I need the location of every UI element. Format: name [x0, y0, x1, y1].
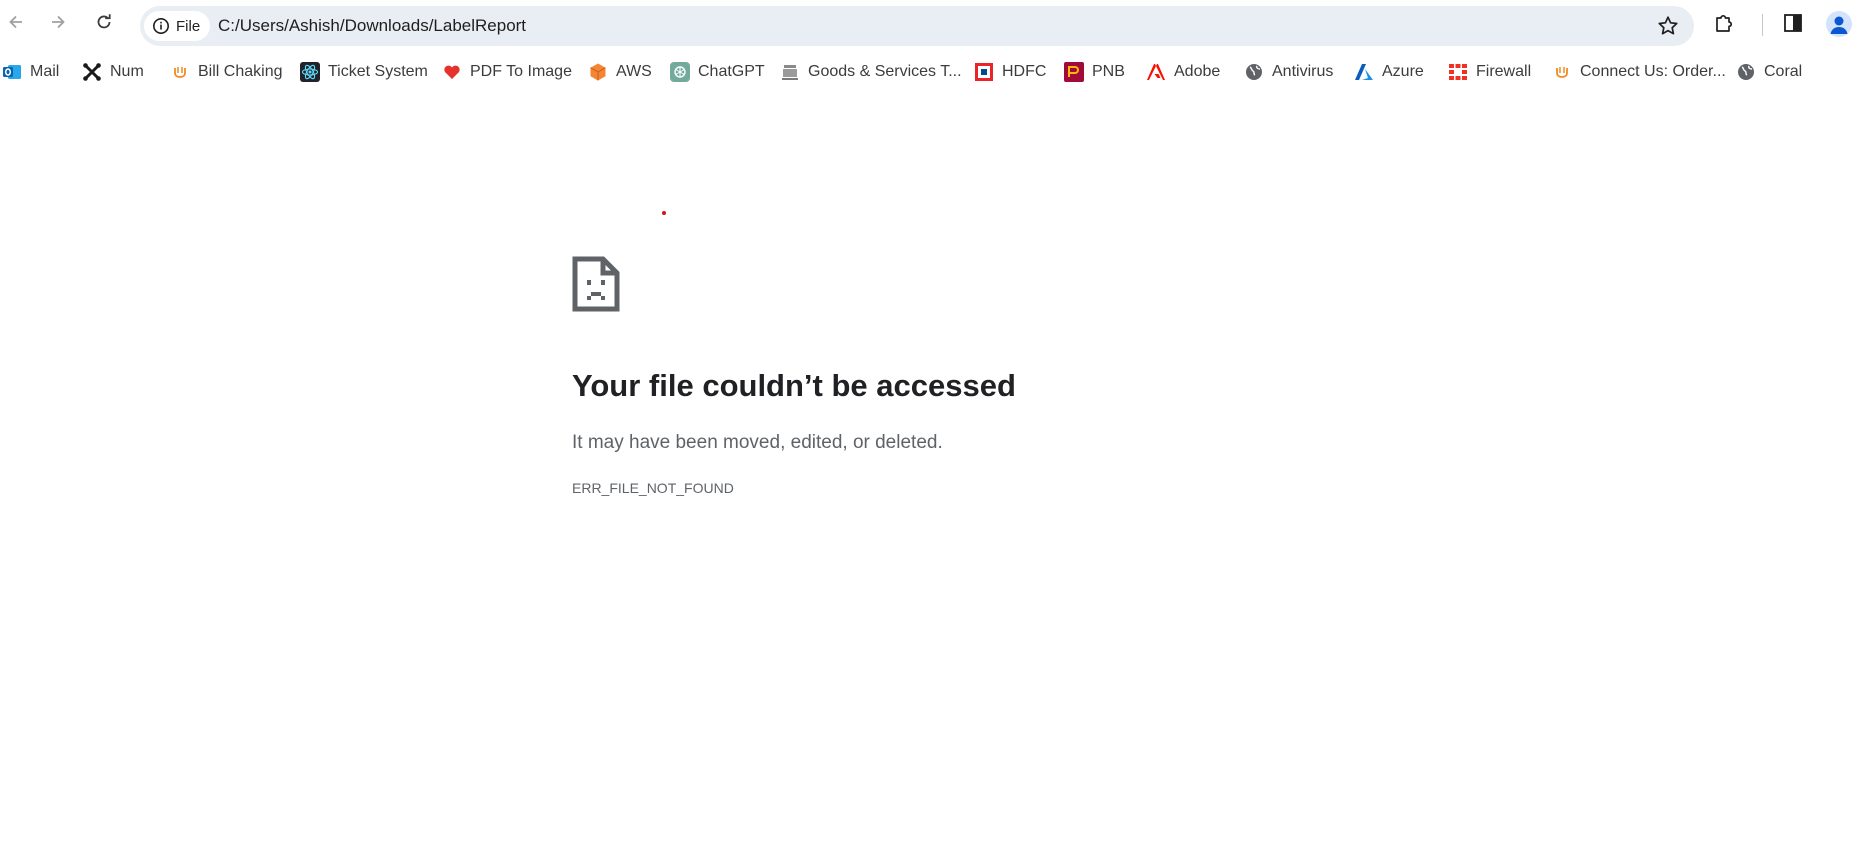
heart-icon: [442, 62, 462, 82]
bookmark-label: Num: [110, 63, 144, 80]
arrow-left-icon: [9, 15, 22, 29]
back-button[interactable]: [2, 8, 30, 36]
bookmarks-bar: Mail Num Bill Chaking Ticket System PDF …: [0, 56, 1860, 88]
globe-icon: [1244, 62, 1264, 82]
profile-avatar[interactable]: [1826, 11, 1852, 37]
bookmark-coral[interactable]: Coral: [1736, 56, 1802, 88]
error-title: Your file couldn’t be accessed: [572, 368, 1016, 403]
react-icon: [300, 62, 320, 82]
bookmark-ticket-system[interactable]: Ticket System: [300, 56, 428, 88]
cursor-dot: [662, 211, 666, 215]
bookmark-label: Connect Us: Order...: [1580, 63, 1726, 80]
bookmark-aws[interactable]: AWS: [588, 56, 652, 88]
bookmark-pdf-to-image[interactable]: PDF To Image: [442, 56, 572, 88]
azure-icon: [1354, 62, 1374, 82]
bookmark-label: HDFC: [1002, 63, 1047, 80]
error-subtitle: It may have been moved, edited, or delet…: [572, 432, 943, 453]
url-text[interactable]: C:/Users/Ashish/Downloads/LabelReport: [218, 16, 526, 36]
bookmark-label: Bill Chaking: [198, 63, 283, 80]
bookmark-antivirus[interactable]: Antivirus: [1244, 56, 1333, 88]
bookmark-adobe[interactable]: Adobe: [1146, 56, 1220, 88]
bookmark-label: Azure: [1382, 63, 1424, 80]
bookmark-bill-chaking[interactable]: Bill Chaking: [170, 56, 282, 88]
bookmark-label: Mail: [30, 63, 60, 80]
pnb-icon: [1064, 62, 1084, 82]
arrow-right-icon: [52, 15, 65, 29]
toolbar-divider: [1762, 14, 1763, 36]
bookmark-azure[interactable]: Azure: [1354, 56, 1424, 88]
emblem-icon: [780, 62, 800, 82]
browser-toolbar: File C:/Users/Ashish/Downloads/LabelRepo…: [0, 0, 1860, 46]
address-bar[interactable]: File C:/Users/Ashish/Downloads/LabelRepo…: [140, 6, 1694, 46]
globe-icon: [1736, 62, 1756, 82]
outlook-icon: [2, 62, 22, 82]
joomla-icon: [82, 62, 102, 82]
sad-file-icon: [572, 256, 620, 312]
puzzle-icon: [1716, 14, 1733, 32]
site-info-label: File: [176, 17, 201, 35]
side-panel-icon: [1784, 14, 1802, 32]
bookmark-label: PNB: [1092, 63, 1125, 80]
error-code: ERR_FILE_NOT_FOUND: [572, 480, 734, 496]
bookmark-chatgpt[interactable]: ChatGPT: [670, 56, 765, 88]
info-icon: [153, 18, 169, 34]
bookmark-goods-services[interactable]: Goods & Services T...: [780, 56, 962, 88]
reload-button[interactable]: [90, 8, 118, 36]
bookmark-hdfc[interactable]: HDFC: [974, 56, 1046, 88]
bookmark-label: AWS: [616, 63, 652, 80]
bookmark-mail[interactable]: Mail: [2, 56, 59, 88]
person-icon: [1830, 16, 1848, 34]
bookmark-label: Ticket System: [328, 63, 428, 80]
fortinet-icon: [1448, 62, 1468, 82]
bookmark-label: Goods & Services T...: [808, 63, 962, 80]
bookmark-star-icon[interactable]: [1656, 14, 1680, 38]
aws-cube-icon: [588, 62, 608, 82]
bookmark-label: PDF To Image: [470, 63, 572, 80]
chatgpt-icon: [670, 62, 690, 82]
bookmark-label: Firewall: [1476, 63, 1532, 80]
reload-icon: [97, 14, 111, 29]
bookmark-label: Antivirus: [1272, 63, 1334, 80]
orange-logo-icon: [170, 62, 190, 82]
bookmark-connect-us[interactable]: Connect Us: Order...: [1552, 56, 1726, 88]
bookmark-firewall[interactable]: Firewall: [1448, 56, 1531, 88]
site-info-chip[interactable]: File: [144, 11, 211, 41]
bookmark-pnb[interactable]: PNB: [1064, 56, 1125, 88]
orange-logo-icon: [1552, 62, 1572, 82]
hdfc-icon: [974, 62, 994, 82]
adobe-icon: [1146, 62, 1166, 82]
forward-button[interactable]: [44, 8, 72, 36]
bookmark-label: ChatGPT: [698, 63, 765, 80]
bookmark-label: Coral: [1764, 63, 1803, 80]
bookmark-num[interactable]: Num: [82, 56, 144, 88]
bookmark-label: Adobe: [1174, 63, 1221, 80]
side-panel-button[interactable]: [1780, 10, 1806, 36]
extensions-button[interactable]: [1712, 10, 1738, 36]
